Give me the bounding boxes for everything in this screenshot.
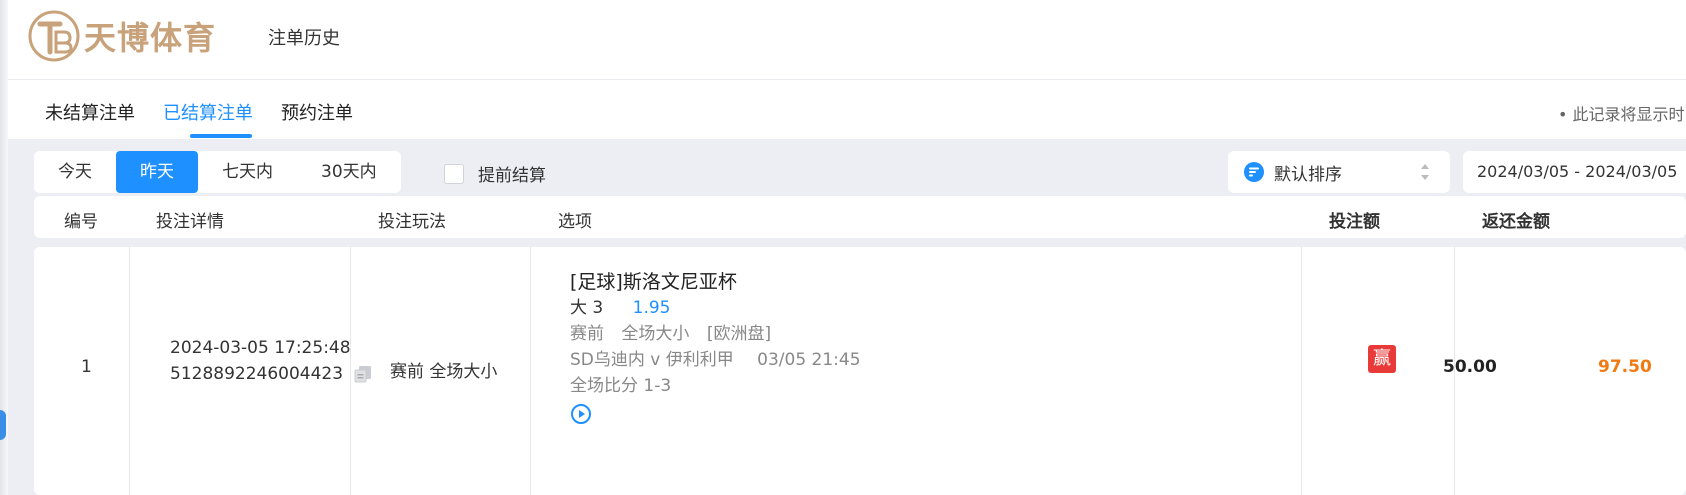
selection-pick: 大 3: [570, 298, 604, 318]
bet-return: 97.50: [1598, 357, 1652, 377]
bet-status-tabs: 未结算注单 已结算注单 预约注单 • 此记录将显示时: [8, 81, 1686, 139]
match-teams: SD乌迪内 v 伊利利甲: [570, 350, 734, 370]
bet-number-line: 5128892246004423: [170, 361, 372, 387]
date-range-picker[interactable]: 2024/03/05 - 2024/03/05: [1463, 151, 1686, 193]
sort-icon: [1244, 162, 1264, 182]
filter-yesterday-button[interactable]: 昨天: [116, 151, 198, 193]
early-settlement-label: 提前结算: [478, 166, 546, 186]
filter-30days-button[interactable]: 30天内: [297, 151, 401, 193]
selection-pick-line: 大 3 1.95: [570, 295, 861, 321]
early-settlement-checkbox[interactable]: [444, 163, 464, 184]
brand-logo[interactable]: 天博体育: [26, 6, 236, 66]
logo-icon: [28, 10, 80, 62]
side-drawer-handle[interactable]: [0, 410, 6, 440]
column-divider: [1301, 247, 1302, 495]
page-title: 注单历史: [268, 28, 340, 49]
replay-icon[interactable]: [570, 403, 592, 425]
table-row: 1 2024-03-05 17:25:48 5128892246004423 赛…: [34, 247, 1686, 495]
row-id: 1: [81, 357, 92, 377]
column-header-stake: 投注额: [1329, 212, 1380, 232]
column-divider: [129, 247, 130, 495]
date-range-filter: 今天 昨天 七天内 30天内: [34, 151, 401, 193]
tab-unsettled[interactable]: 未结算注单: [45, 99, 135, 125]
table-header: 编号 投注详情 投注玩法 选项 投注额 返还金额: [34, 196, 1686, 238]
selection-market-line: 赛前 全场大小 [欧洲盘]: [570, 321, 861, 347]
page-root: 天博体育 注单历史 未结算注单 已结算注单 预约注单 • 此记录将显示时 今天 …: [0, 0, 1686, 495]
sort-arrows-icon: [1421, 164, 1429, 180]
copy-icon[interactable]: [354, 365, 372, 383]
bet-selection: [足球]斯洛文尼亚杯 大 3 1.95 赛前 全场大小 [欧洲盘] SD乌迪内 …: [570, 269, 861, 433]
bet-datetime: 2024-03-05 17:25:48: [170, 338, 351, 358]
content-area: 今天 昨天 七天内 30天内 提前结算 默认排序 2024/03/05 - 20…: [8, 139, 1686, 495]
bet-number: 5128892246004423: [170, 364, 344, 384]
bet-stake: 50.00: [1443, 357, 1497, 377]
records-notice: • 此记录将显示时: [1558, 105, 1685, 124]
selection-match-line: SD乌迪内 v 伊利利甲 03/05 21:45: [570, 347, 861, 373]
filter-7days-button[interactable]: 七天内: [198, 151, 297, 193]
sort-label: 默认排序: [1274, 164, 1342, 185]
column-divider: [530, 247, 531, 495]
column-header-selection: 选项: [558, 212, 592, 232]
tab-settled[interactable]: 已结算注单: [163, 99, 253, 125]
selection-league: [足球]斯洛文尼亚杯: [570, 271, 737, 293]
active-tab-indicator: [190, 134, 252, 138]
match-time: 03/05 21:45: [757, 350, 861, 370]
market-type: 全场大小: [621, 324, 690, 344]
selection-odds: 1.95: [632, 298, 671, 318]
sort-select[interactable]: 默认排序: [1228, 151, 1450, 193]
column-header-id: 编号: [64, 212, 98, 232]
odds-type: [欧洲盘]: [706, 324, 772, 344]
bet-detail: 2024-03-05 17:25:48 5128892246004423: [170, 335, 372, 387]
filter-today-button[interactable]: 今天: [34, 151, 116, 193]
column-header-play: 投注玩法: [378, 212, 446, 232]
market-phase: 赛前: [570, 324, 604, 344]
tab-reserved[interactable]: 预约注单: [281, 99, 353, 125]
result-badge: 赢: [1368, 345, 1396, 373]
match-score: 全场比分 1-3: [570, 376, 672, 396]
bet-play-type: 赛前 全场大小: [390, 362, 498, 382]
column-header-return: 返还金额: [1482, 212, 1550, 232]
early-settlement-filter[interactable]: 提前结算: [444, 161, 546, 186]
header: 天博体育 注单历史: [8, 0, 1686, 80]
brand-name: 天博体育: [84, 19, 217, 57]
column-header-detail: 投注详情: [156, 212, 224, 232]
